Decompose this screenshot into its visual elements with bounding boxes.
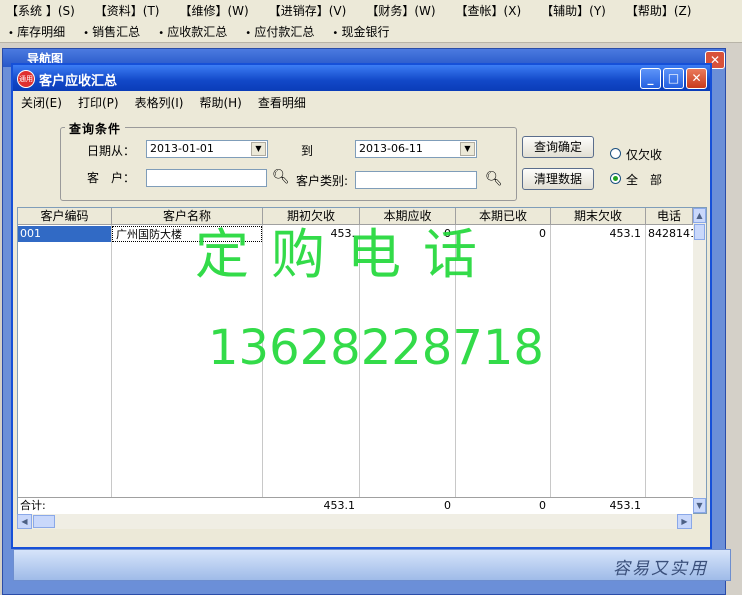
scroll-down-button[interactable]: ▼	[693, 498, 706, 513]
date-from-combo[interactable]: 2013-01-01 ▼	[146, 140, 268, 158]
horizontal-scrollbar[interactable]: ◀ ▶	[17, 514, 692, 529]
menu-table-columns[interactable]: 表格列(I)	[127, 94, 192, 111]
date-to-value: 2013-06-11	[359, 142, 423, 155]
receivable-summary-window: 通用 客户应收汇总 _ □ ✕ 关闭(E) 打印(P) 表格列(I) 帮助(H)…	[11, 63, 712, 549]
customer-category-label: 客户类别:	[296, 174, 349, 188]
summary-customer-name	[112, 498, 262, 514]
column-header-customer-code[interactable]: 客户编码	[18, 208, 112, 225]
search-icon[interactable]: 🔍︎	[272, 169, 290, 185]
vertical-scrollbar[interactable]: ▲ ▼	[693, 208, 706, 513]
minimize-button[interactable]: _	[640, 68, 661, 89]
radio-all[interactable]	[610, 173, 621, 184]
maximize-button[interactable]: □	[663, 68, 684, 89]
column-divider	[111, 225, 112, 497]
customer-category-input[interactable]	[355, 171, 477, 189]
menu-data[interactable]: 【资料】(T)	[89, 2, 174, 19]
menu-system[interactable]: 【系统 】(S)	[0, 2, 89, 19]
search-icon[interactable]: 🔍︎	[485, 171, 503, 187]
radio-owing-only[interactable]	[610, 148, 621, 159]
menu-repair[interactable]: 【维修】(W)	[174, 2, 263, 19]
menu-view-detail[interactable]: 查看明细	[250, 94, 314, 111]
close-button[interactable]: ✕	[686, 68, 707, 89]
chevron-down-icon[interactable]: ▼	[251, 142, 266, 156]
column-divider	[550, 225, 551, 497]
date-to-combo[interactable]: 2013-06-11 ▼	[355, 140, 477, 158]
column-header-closing-owing[interactable]: 期末欠收	[551, 208, 646, 225]
window-menubar: 关闭(E) 打印(P) 表格列(I) 帮助(H) 查看明细	[13, 91, 710, 113]
customer-input[interactable]	[146, 169, 267, 187]
menu-finance[interactable]: 【财务】(W)	[360, 2, 449, 19]
quick-link-payable-summary[interactable]: 应付款汇总	[237, 23, 324, 40]
column-divider	[645, 225, 646, 497]
cell-closing-owing[interactable]: 453.1	[551, 226, 645, 242]
summary-closing-owing: 453.1	[609, 499, 642, 512]
brand-slogan: 容易又实用	[613, 559, 708, 579]
menu-assist[interactable]: 【辅助】(Y)	[535, 2, 620, 19]
menu-close[interactable]: 关闭(E)	[13, 94, 70, 111]
summary-opening-owing: 453.1	[323, 499, 356, 512]
date-to-label: 到	[301, 144, 314, 158]
cell-phone[interactable]: 84281417	[646, 226, 693, 242]
window-titlebar: 通用 客户应收汇总 _ □ ✕	[13, 65, 710, 91]
date-from-label: 日期从：	[87, 144, 136, 158]
chevron-down-icon[interactable]: ▼	[460, 142, 475, 156]
query-confirm-button[interactable]: 查询确定	[522, 136, 594, 158]
clear-data-button[interactable]: 清理数据	[522, 168, 594, 190]
quick-link-stock-detail[interactable]: 库存明细	[0, 23, 75, 40]
query-conditions-group	[60, 127, 517, 201]
scroll-left-button[interactable]: ◀	[17, 514, 32, 529]
quick-link-sales-summary[interactable]: 销售汇总	[75, 23, 150, 40]
main-menubar: 【系统 】(S) 【资料】(T) 【维修】(W) 【进销存】(V) 【财务】(W…	[0, 0, 742, 20]
column-header-phone[interactable]: 电话	[646, 208, 693, 225]
vertical-scroll-thumb[interactable]	[694, 224, 705, 240]
menu-print[interactable]: 打印(P)	[70, 94, 127, 111]
menu-audit[interactable]: 【查帐】(X)	[450, 2, 536, 19]
date-from-value: 2013-01-01	[150, 142, 214, 155]
summary-phone	[646, 498, 693, 514]
radio-all-label: 全 部	[626, 173, 663, 187]
scroll-right-button[interactable]: ▶	[677, 514, 692, 529]
summary-label: 合计:	[20, 499, 46, 512]
footer-brand-bar: 容易又实用	[13, 549, 731, 581]
summary-row: 合计: 453.1 0 0 453.1	[18, 497, 693, 514]
quick-links-bar: 库存明细 销售汇总 应收款汇总 应付款汇总 现金银行	[0, 20, 742, 43]
radio-owing-only-label: 仅欠收	[626, 148, 663, 162]
menu-inventory[interactable]: 【进销存】(V)	[263, 2, 361, 19]
app-icon: 通用	[17, 70, 35, 88]
horizontal-scroll-thumb[interactable]	[33, 515, 55, 528]
window-title: 客户应收汇总	[39, 74, 118, 89]
query-conditions-title: 查询条件	[65, 120, 126, 137]
menu-help[interactable]: 【帮助】(Z)	[620, 2, 706, 19]
quick-link-cash-bank[interactable]: 现金银行	[324, 23, 399, 40]
summary-period-received: 0	[539, 499, 546, 512]
customer-label: 客 户：	[87, 171, 136, 185]
watermark-phone-number: 13628228718	[208, 320, 544, 376]
watermark-order-phone-label: 定购电话	[195, 223, 499, 286]
cell-customer-code[interactable]: 001	[18, 226, 111, 242]
scroll-up-button[interactable]: ▲	[693, 208, 706, 223]
menu-help[interactable]: 帮助(H)	[191, 94, 249, 111]
summary-period-receivable: 0	[444, 499, 451, 512]
quick-link-receivable-summary[interactable]: 应收款汇总	[150, 23, 237, 40]
